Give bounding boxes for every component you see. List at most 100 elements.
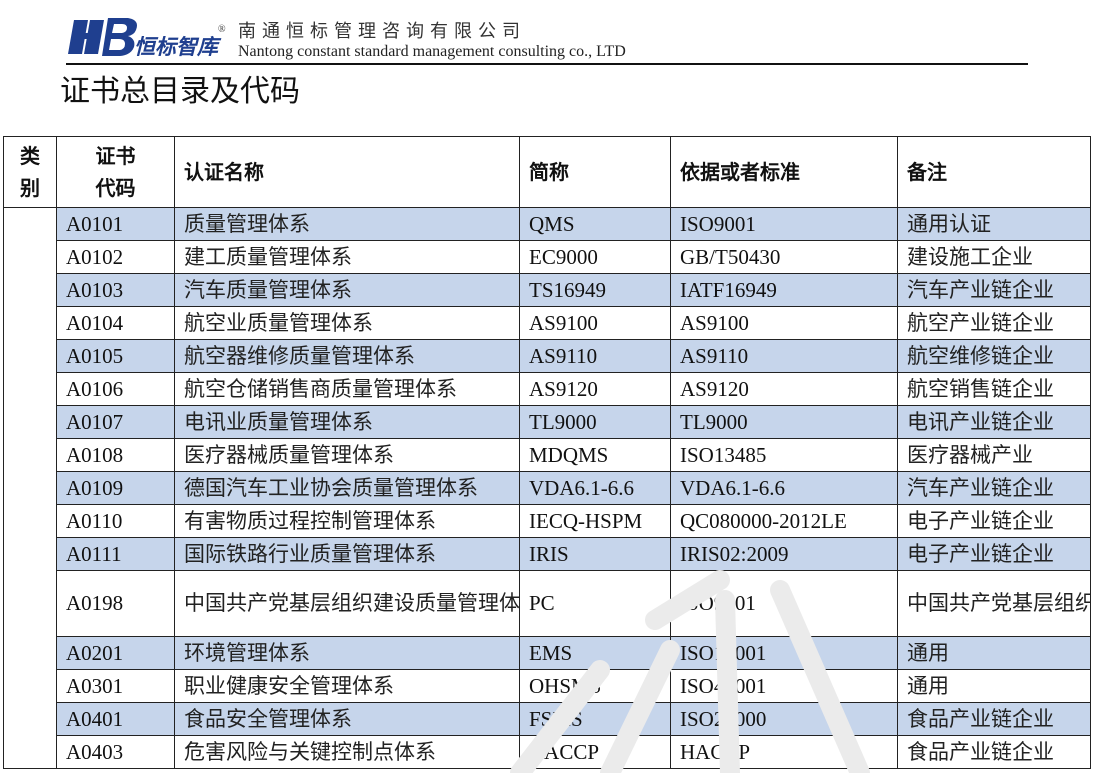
table-row: A0403 危害风险与关键控制点体系 HACCP HACCP 食品产业链企业	[4, 735, 1091, 769]
table-row: A0110 有害物质过程控制管理体系 IECQ-HSPM QC080000-2012L…	[4, 504, 1091, 538]
cert-standard-cell: AS9110	[670, 339, 898, 373]
cert-name-cell: 质量管理体系	[174, 207, 520, 241]
cert-standard-cell: IATF16949	[670, 273, 898, 307]
cert-code-cell: A0102	[56, 240, 175, 274]
company-logo: 恒标智库	[68, 18, 222, 59]
registered-mark: ®	[218, 24, 226, 35]
cert-name-cell: 有害物质过程控制管理体系	[174, 504, 520, 538]
cert-abbr-cell: EMS	[519, 636, 671, 670]
header-divider	[66, 63, 1028, 65]
cert-code-cell: A0101	[56, 207, 175, 241]
cert-name-cell: 德国汽车工业协会质量管理体系	[174, 471, 520, 505]
cert-standard-cell: ISO9001	[670, 207, 898, 241]
cert-note-cell: 建设施工企业	[897, 240, 1091, 274]
table-header-row: 类别 证书 代码 认证名称 简称 依据或者标准 备注	[3, 136, 1091, 208]
header-note: 备注	[897, 136, 1091, 208]
table-row: A0401 食品安全管理体系 FSMS ISO22000 食品产业链企业	[4, 702, 1091, 736]
cert-note-cell: 食品产业链企业	[897, 702, 1091, 736]
cert-standard-cell: ISO14001	[670, 636, 898, 670]
table-row: A0201 环境管理体系 EMS ISO14001 通用	[4, 636, 1091, 670]
table-row: A0107 电讯业质量管理体系 TL9000 TL9000 电讯产业链企业	[4, 405, 1091, 439]
cert-name-cell: 危害风险与关键控制点体系	[174, 735, 520, 769]
cert-standard-cell: IRIS02:2009	[670, 537, 898, 571]
cert-abbr-cell: MDQMS	[519, 438, 671, 472]
table-row: A0105 航空器维修质量管理体系 AS9110 AS9110 航空维修链企业	[4, 339, 1091, 373]
cert-name-cell: 电讯业质量管理体系	[174, 405, 520, 439]
header-abbr: 简称	[519, 136, 671, 208]
svg-text:恒标智库: 恒标智库	[134, 35, 222, 59]
cert-standard-cell: GB/T50430	[670, 240, 898, 274]
cert-note-cell: 医疗器械产业	[897, 438, 1091, 472]
cert-code-cell: A0103	[56, 273, 175, 307]
table-row: A0198 中国共产党基层组织建设质量管理体系 PC ISO9001 中国共产党基层组织	[4, 570, 1091, 637]
table-row: A0101 质量管理体系 QMS ISO9001 通用认证	[3, 207, 1091, 769]
cert-abbr-cell: HACCP	[519, 735, 671, 769]
cert-standard-cell: QC080000-2012LE	[670, 504, 898, 538]
cert-name-cell: 航空仓储销售商质量管理体系	[174, 372, 520, 406]
cert-standard-cell: ISO13485	[670, 438, 898, 472]
cert-name-cell: 航空器维修质量管理体系	[174, 339, 520, 373]
cert-code-cell: A0105	[56, 339, 175, 373]
cert-abbr-cell: FSMS	[519, 702, 671, 736]
cert-standard-cell: AS9100	[670, 306, 898, 340]
cert-abbr-cell: AS9110	[519, 339, 671, 373]
cert-abbr-cell: TS16949	[519, 273, 671, 307]
table-row: A0109 德国汽车工业协会质量管理体系 VDA6.1-6.6 VDA6.1-6.6 汽…	[4, 471, 1091, 505]
cert-code-cell: A0401	[56, 702, 175, 736]
table-row: A0102 建工质量管理体系 EC9000 GB/T50430 建设施工企业	[4, 240, 1091, 274]
cert-abbr-cell: VDA6.1-6.6	[519, 471, 671, 505]
header-code: 证书 代码	[56, 136, 175, 208]
table-row: A0301 职业健康安全管理体系 OHSMS ISO45001 通用	[4, 669, 1091, 703]
header-category: 类别	[3, 136, 57, 208]
cert-note-cell: 通用	[897, 669, 1091, 703]
cert-name-cell: 国际铁路行业质量管理体系	[174, 537, 520, 571]
cert-name-cell: 中国共产党基层组织建设质量管理体系	[174, 570, 520, 637]
cert-standard-cell: TL9000	[670, 405, 898, 439]
table-row: A0111 国际铁路行业质量管理体系 IRIS IRIS02:2009 电子产业链企业	[4, 537, 1091, 571]
table-row: A0106 航空仓储销售商质量管理体系 AS9120 AS9120 航空销售链企业	[4, 372, 1091, 406]
cert-note-cell: 通用	[897, 636, 1091, 670]
category-cell	[3, 207, 57, 769]
cert-standard-cell: VDA6.1-6.6	[670, 471, 898, 505]
cert-name-cell: 医疗器械质量管理体系	[174, 438, 520, 472]
cert-code-cell: A0201	[56, 636, 175, 670]
cert-note-cell: 中国共产党基层组织	[897, 570, 1091, 637]
cert-note-cell: 食品产业链企业	[897, 735, 1091, 769]
cert-note-cell: 汽车产业链企业	[897, 273, 1091, 307]
company-name-en: Nantong constant standard management con…	[238, 43, 626, 60]
cert-code-cell: A0301	[56, 669, 175, 703]
cert-note-cell: 航空销售链企业	[897, 372, 1091, 406]
cert-name-cell: 建工质量管理体系	[174, 240, 520, 274]
cert-abbr-cell: QMS	[519, 207, 671, 241]
cert-note-cell: 电讯产业链企业	[897, 405, 1091, 439]
cert-standard-cell: ISO45001	[670, 669, 898, 703]
cert-name-cell: 职业健康安全管理体系	[174, 669, 520, 703]
cert-abbr-cell: OHSMS	[519, 669, 671, 703]
company-name-cn: 南通恒标管理咨询有限公司	[238, 21, 526, 42]
cert-standard-cell: HACCP	[670, 735, 898, 769]
cert-abbr-cell: TL9000	[519, 405, 671, 439]
certificate-table: 类别 证书 代码 认证名称 简称 依据或者标准 备注 A0101 质量管理体系 QMS…	[3, 136, 1091, 769]
cert-abbr-cell: PC	[519, 570, 671, 637]
header-standard: 依据或者标准	[670, 136, 898, 208]
cert-code-cell: A0110	[56, 504, 175, 538]
table-row: A0108 医疗器械质量管理体系 MDQMS ISO13485 医疗器械产业	[4, 438, 1091, 472]
cert-abbr-cell: AS9100	[519, 306, 671, 340]
cert-name-cell: 汽车质量管理体系	[174, 273, 520, 307]
cert-note-cell: 汽车产业链企业	[897, 471, 1091, 505]
cert-code-cell: A0106	[56, 372, 175, 406]
table-row: A0104 航空业质量管理体系 AS9100 AS9100 航空产业链企业	[4, 306, 1091, 340]
cert-note-cell: 电子产业链企业	[897, 537, 1091, 571]
cert-name-cell: 航空业质量管理体系	[174, 306, 520, 340]
table-row: A0103 汽车质量管理体系 TS16949 IATF16949 汽车产业链企业	[4, 273, 1091, 307]
cert-note-cell: 航空产业链企业	[897, 306, 1091, 340]
cert-code-cell: A0108	[56, 438, 175, 472]
cert-name-cell: 食品安全管理体系	[174, 702, 520, 736]
cert-name-cell: 环境管理体系	[174, 636, 520, 670]
cert-abbr-cell: IECQ-HSPM	[519, 504, 671, 538]
cert-standard-cell: ISO22000	[670, 702, 898, 736]
cert-abbr-cell: AS9120	[519, 372, 671, 406]
cert-code-cell: A0104	[56, 306, 175, 340]
cert-code-cell: A0403	[56, 735, 175, 769]
document-title: 证书总目录及代码	[60, 74, 300, 109]
